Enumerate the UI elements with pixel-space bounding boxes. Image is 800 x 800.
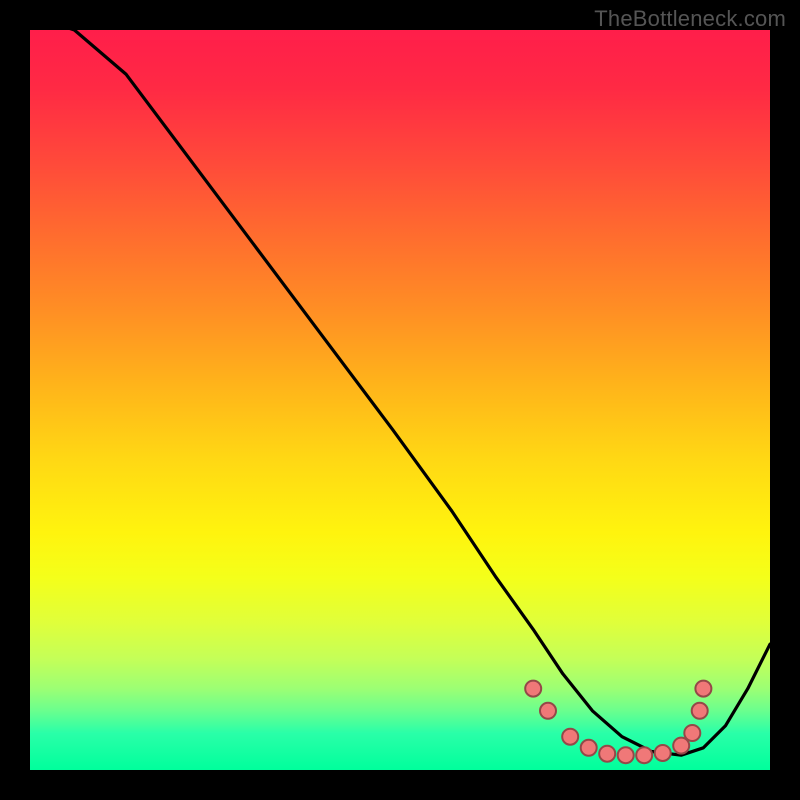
curve-layer [30, 30, 770, 770]
highlight-dot [684, 725, 700, 741]
highlight-dot [695, 681, 711, 697]
highlight-dot [618, 747, 634, 763]
highlight-dots [525, 681, 711, 764]
highlight-dot [540, 703, 556, 719]
highlight-dot [636, 747, 652, 763]
highlight-dot [562, 729, 578, 745]
highlight-dot [599, 746, 615, 762]
highlight-dot [525, 681, 541, 697]
highlight-dot [692, 703, 708, 719]
watermark-text: TheBottleneck.com [594, 6, 786, 32]
plot-area [30, 30, 770, 770]
highlight-dot [581, 740, 597, 756]
bottleneck-curve [30, 30, 770, 755]
chart-frame: TheBottleneck.com [0, 0, 800, 800]
highlight-dot [655, 745, 671, 761]
